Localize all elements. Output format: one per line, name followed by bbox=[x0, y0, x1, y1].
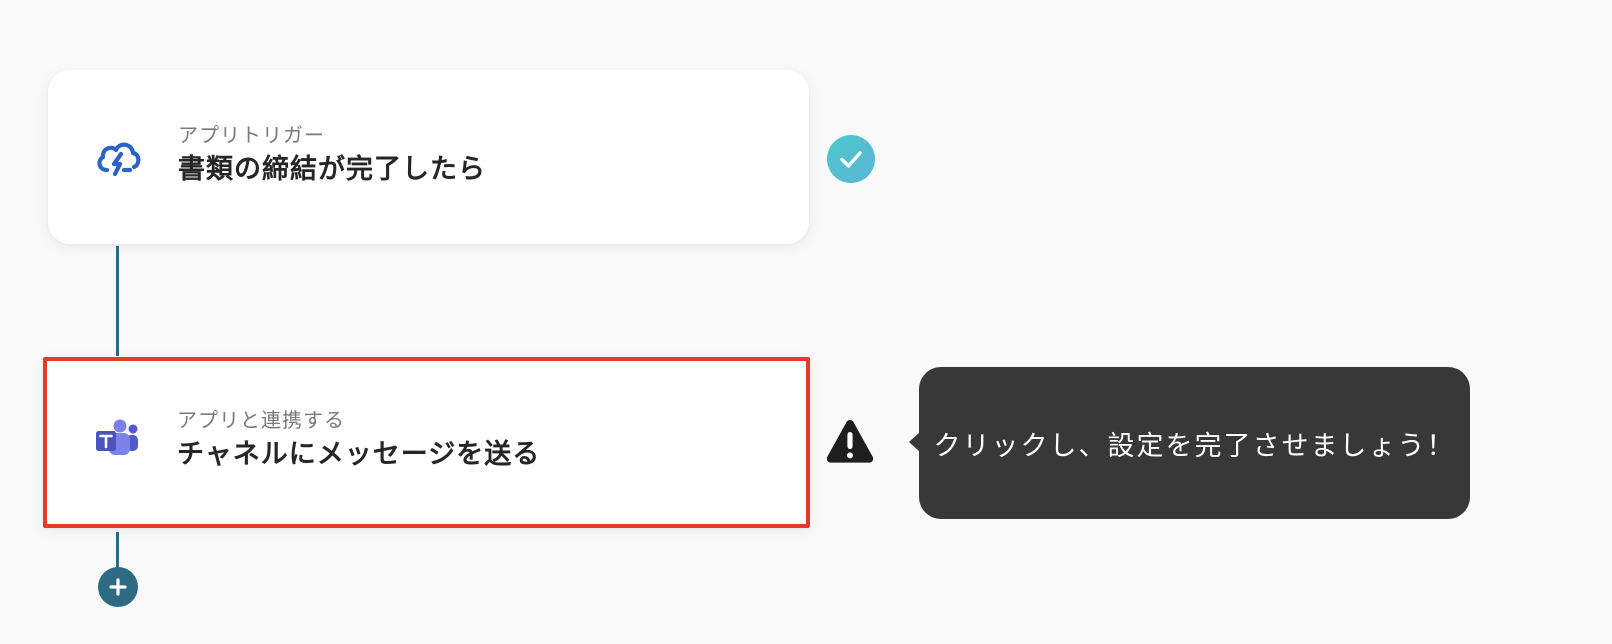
step-kind-label: アプリと連携する bbox=[177, 408, 345, 432]
tooltip-text: クリックし、設定を完了させましょう！ bbox=[933, 430, 1456, 462]
flow-connector-line bbox=[116, 532, 119, 568]
step-kind-label: アプリトリガー bbox=[178, 123, 325, 147]
plus-icon bbox=[109, 578, 127, 596]
setup-hint-tooltip: クリックし、設定を完了させましょう！ bbox=[909, 367, 1470, 519]
warning-icon bbox=[825, 418, 875, 464]
trigger-step-card[interactable]: アプリトリガー 書類の締結が完了したら bbox=[48, 70, 809, 244]
cloudsign-icon bbox=[94, 134, 142, 182]
add-step-button[interactable] bbox=[98, 567, 138, 607]
step-title: チャネルにメッセージを送る bbox=[177, 439, 541, 470]
action-step-card[interactable]: アプリと連携する チャネルにメッセージを送る bbox=[43, 357, 810, 528]
microsoft-teams-icon bbox=[92, 417, 140, 465]
complete-check-icon bbox=[827, 135, 875, 183]
flow-connector-line bbox=[116, 246, 119, 356]
step-title: 書類の締結が完了したら bbox=[178, 154, 486, 185]
